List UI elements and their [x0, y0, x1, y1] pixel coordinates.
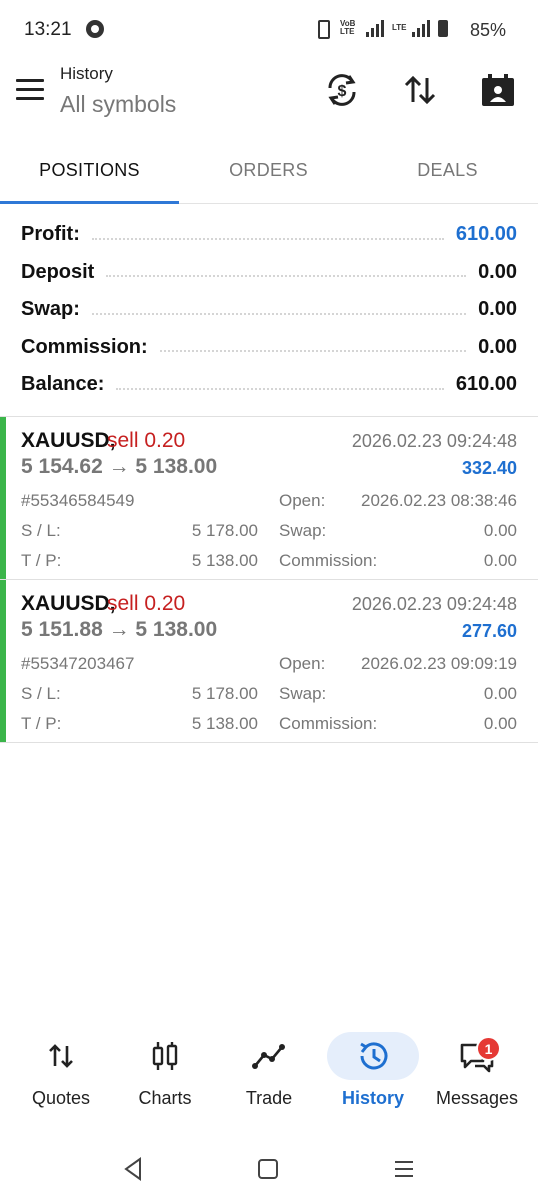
status-time: 13:21: [24, 19, 72, 40]
swap-label: Swap:: [279, 684, 327, 703]
position-prices: 5 151.88 → 5 138.00: [21, 618, 218, 641]
position-row[interactable]: XAUUSD, sell 0.20 5 154.62 → 5 138.00 20…: [0, 417, 538, 580]
open-value: 2026.02.23 09:09:19: [361, 654, 517, 673]
sl-value: 5 178.00: [191, 521, 258, 540]
summary-label: Deposit: [21, 260, 95, 283]
tp-label: T / P:: [21, 714, 62, 733]
nav-label: Trade: [245, 1088, 293, 1108]
position-close-time: 2026.02.23 09:24:48: [351, 431, 517, 451]
tab-deals[interactable]: DEALS: [358, 136, 537, 204]
tp-label: T / P:: [21, 551, 62, 570]
commission-value: 0.00: [483, 551, 517, 570]
swap-value: 0.00: [483, 684, 517, 703]
tab-positions[interactable]: POSITIONS: [0, 136, 179, 204]
signal-icon-2: [412, 19, 430, 37]
history-icon: [360, 1042, 388, 1070]
battery-percent: 85%: [469, 20, 506, 40]
calendar-icon[interactable]: [478, 70, 518, 110]
battery-icon: [438, 19, 448, 37]
position-prices: 5 154.62 → 5 138.00: [21, 455, 218, 478]
open-value: 2026.02.23 08:38:46: [361, 491, 517, 510]
status-icons: VoB LTE LTE: [312, 18, 448, 39]
summary-label: Balance:: [21, 373, 105, 396]
commission-label: Commission:: [279, 714, 378, 733]
nav-label: Quotes: [31, 1088, 91, 1108]
page-title: History: [60, 64, 113, 83]
summary-row-commission: Commission: 0.00: [0, 329, 538, 367]
position-row[interactable]: XAUUSD, sell 0.20 5 151.88 → 5 138.00 20…: [0, 580, 538, 743]
position-symbol: XAUUSD,: [21, 429, 116, 452]
volte-label: VoB LTE: [340, 19, 356, 36]
currency-exchange-icon[interactable]: $: [322, 70, 362, 110]
quotes-icon: [49, 1044, 73, 1068]
summary-panel: Profit: 610.00 Deposit 0.00 Swap: 0.00 C…: [0, 216, 538, 404]
signal-icon: [366, 19, 384, 37]
summary-row-balance: Balance: 610.00: [0, 366, 538, 404]
messages-badge: 1: [476, 1036, 501, 1061]
tab-bar: POSITIONS ORDERS DEALS: [0, 136, 538, 204]
summary-row-deposit: Deposit 0.00: [0, 254, 538, 292]
nav-quotes[interactable]: Quotes: [9, 1030, 113, 1120]
nav-trade[interactable]: Trade: [217, 1030, 321, 1120]
position-close-time: 2026.02.23 09:24:48: [351, 594, 517, 614]
sl-label: S / L:: [21, 684, 61, 703]
summary-row-swap: Swap: 0.00: [0, 291, 538, 329]
nav-charts[interactable]: Charts: [113, 1030, 217, 1120]
summary-value: 610.00: [455, 223, 517, 246]
tab-orders[interactable]: ORDERS: [179, 136, 358, 204]
summary-label: Commission:: [21, 335, 148, 358]
summary-value: 0.00: [478, 335, 517, 358]
whatsapp-icon: [86, 20, 104, 38]
summary-value: 0.00: [478, 298, 517, 321]
nav-history[interactable]: History: [321, 1030, 425, 1120]
position-profit: 332.40: [461, 458, 517, 478]
swap-label: Swap:: [279, 521, 327, 540]
tab-indicator: [0, 201, 179, 204]
summary-value: 0.00: [478, 260, 517, 283]
position-symbol: XAUUSD,: [21, 592, 116, 615]
system-nav-bar: [0, 1140, 538, 1200]
summary-value: 610.00: [455, 373, 517, 396]
summary-row-profit: Profit: 610.00: [0, 216, 538, 254]
position-side: sell 0.20: [107, 429, 186, 452]
menu-icon[interactable]: [16, 79, 44, 101]
open-label: Open:: [279, 654, 326, 673]
nav-label: Charts: [138, 1088, 192, 1108]
position-ticket: #55346584549: [21, 491, 135, 510]
position-bar: [0, 417, 6, 579]
recents-icon[interactable]: [389, 1154, 419, 1184]
position-bar: [0, 580, 6, 742]
back-icon[interactable]: [118, 1154, 148, 1184]
summary-label: Profit:: [21, 223, 80, 246]
app-header: History All symbols $: [0, 60, 538, 136]
bottom-nav: Quotes Charts Trade History Messages: [0, 1030, 538, 1120]
status-bar: 13:21 VoB LTE LTE 85%: [0, 0, 538, 60]
vibrate-icon: [312, 18, 332, 39]
commission-value: 0.00: [483, 714, 517, 733]
tp-value: 5 138.00: [191, 714, 258, 733]
position-profit: 277.60: [461, 621, 517, 641]
swap-value: 0.00: [483, 521, 517, 540]
nav-label: History: [341, 1088, 404, 1108]
nav-label: Messages: [435, 1088, 519, 1108]
position-ticket: #55347203467: [21, 654, 135, 673]
lte-label: LTE: [392, 23, 407, 32]
tp-value: 5 138.00: [191, 551, 258, 570]
sl-value: 5 178.00: [191, 684, 258, 703]
open-label: Open:: [279, 491, 326, 510]
svg-text:$: $: [338, 83, 347, 100]
sl-label: S / L:: [21, 521, 61, 540]
charts-icon: [152, 1042, 178, 1070]
home-icon[interactable]: [253, 1154, 283, 1184]
symbols-filter[interactable]: All symbols: [60, 91, 176, 118]
summary-label: Swap:: [21, 298, 80, 321]
trade-icon: [252, 1044, 285, 1069]
commission-label: Commission:: [279, 551, 378, 570]
position-side: sell 0.20: [107, 592, 186, 615]
sort-icon[interactable]: [400, 70, 440, 110]
